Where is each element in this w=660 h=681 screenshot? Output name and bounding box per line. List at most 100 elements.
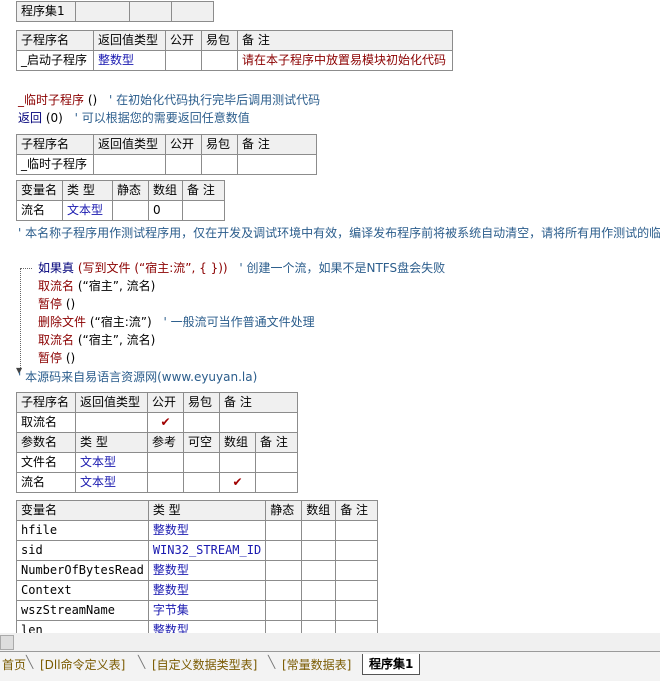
var-static[interactable] bbox=[265, 520, 303, 541]
var-remark[interactable] bbox=[335, 600, 379, 621]
param-type[interactable]: 文本型 bbox=[75, 452, 148, 473]
var-array[interactable] bbox=[301, 580, 337, 601]
sub-name[interactable]: _启动子程序 bbox=[16, 50, 94, 71]
var-name[interactable]: wszStreamName bbox=[16, 600, 149, 621]
sub-table-startup: 子程序名 返回值类型 公开 易包 备 注 _启动子程序 整数型 请在本子程序中放… bbox=[16, 30, 453, 71]
col-header: 易包 bbox=[201, 30, 238, 51]
var-static[interactable] bbox=[265, 600, 303, 621]
var-type[interactable]: 整数型 bbox=[147, 560, 267, 581]
var-remark[interactable] bbox=[335, 540, 379, 561]
var-name[interactable]: sid bbox=[16, 540, 149, 561]
horizontal-scrollbar[interactable] bbox=[0, 633, 660, 651]
tab-constants[interactable]: [常量数据表] bbox=[276, 655, 357, 675]
col-header: 变量名 bbox=[16, 180, 63, 201]
param-name[interactable]: 流名 bbox=[16, 472, 76, 493]
param-ref[interactable] bbox=[147, 472, 184, 493]
tab-assembly1[interactable]: 程序集1 bbox=[362, 654, 421, 675]
col-header: 可空 bbox=[183, 432, 220, 453]
var-array[interactable]: 0 bbox=[148, 200, 183, 221]
var-name[interactable]: hfile bbox=[16, 520, 149, 541]
code-line-getstream[interactable]: 取流名 (“宿主”, 流名) bbox=[38, 331, 155, 349]
code-line-getstream[interactable]: 取流名 (“宿主”, 流名) bbox=[38, 277, 155, 295]
call-args: () bbox=[62, 297, 76, 311]
scrollbar-thumb[interactable] bbox=[0, 635, 14, 650]
col-header: 备 注 bbox=[219, 392, 298, 413]
sub-remark[interactable] bbox=[237, 154, 317, 175]
col-header: 类 型 bbox=[147, 500, 267, 521]
var-type[interactable]: WIN32_STREAM_ID bbox=[147, 540, 267, 561]
assembly-name[interactable]: 程序集1 bbox=[16, 1, 76, 22]
col-header: 返回值类型 bbox=[75, 392, 148, 413]
source-comment[interactable]: ' 本源码来自易语言资源网(www.eyuyan.la) bbox=[18, 368, 257, 386]
var-static[interactable] bbox=[265, 580, 303, 601]
var-type[interactable]: 字节集 bbox=[147, 600, 267, 621]
sub-name[interactable]: _临时子程序 bbox=[16, 154, 94, 175]
var-remark[interactable] bbox=[335, 520, 379, 541]
array-check-icon[interactable]: ✔ bbox=[219, 472, 256, 493]
call-name: _临时子程序 bbox=[18, 93, 85, 107]
public-flag[interactable] bbox=[165, 154, 202, 175]
sub-name[interactable]: 取流名 bbox=[16, 412, 76, 433]
var-remark[interactable] bbox=[182, 200, 225, 221]
assembly-cell[interactable] bbox=[171, 1, 214, 22]
param-type[interactable]: 文本型 bbox=[75, 472, 148, 493]
tab-separator: ╲ bbox=[138, 655, 146, 669]
var-name[interactable]: Context bbox=[16, 580, 149, 601]
var-type[interactable]: 整数型 bbox=[147, 580, 267, 601]
if-condition: (写到文件 (“宿主:流”, { })) bbox=[74, 261, 228, 275]
return-type[interactable]: 整数型 bbox=[93, 50, 166, 71]
col-header: 备 注 bbox=[182, 180, 225, 201]
var-array[interactable] bbox=[301, 560, 337, 581]
assembly-cell[interactable] bbox=[129, 1, 172, 22]
col-header: 返回值类型 bbox=[93, 134, 166, 155]
var-name[interactable]: 流名 bbox=[16, 200, 63, 221]
code-line-call-temp[interactable]: _临时子程序 () ' 在初始化代码执行完毕后调用测试代码 bbox=[18, 91, 320, 109]
tab-bar: 首页 ╲ [Dll命令定义表] ╲ [自定义数据类型表] ╲ [常量数据表] 程… bbox=[0, 651, 660, 681]
sub-remark[interactable] bbox=[219, 412, 298, 433]
public-flag[interactable] bbox=[165, 50, 202, 71]
col-header: 易包 bbox=[183, 392, 220, 413]
assembly-table: 程序集1 bbox=[16, 1, 214, 22]
param-remark[interactable] bbox=[255, 452, 298, 473]
param-name[interactable]: 文件名 bbox=[16, 452, 76, 473]
param-array[interactable] bbox=[219, 452, 256, 473]
var-type[interactable]: 整数型 bbox=[147, 520, 267, 541]
param-nullable[interactable] bbox=[183, 452, 220, 473]
var-name[interactable]: NumberOfBytesRead bbox=[16, 560, 149, 581]
easy-pack-flag[interactable] bbox=[183, 412, 220, 433]
var-static[interactable] bbox=[265, 540, 303, 561]
var-array[interactable] bbox=[301, 600, 337, 621]
var-static[interactable] bbox=[112, 200, 149, 221]
code-line-pause[interactable]: 暂停 () bbox=[38, 349, 75, 367]
param-nullable[interactable] bbox=[183, 472, 220, 493]
call-args: (“宿主”, 流名) bbox=[74, 279, 156, 293]
tab-dll-commands[interactable]: [Dll命令定义表] bbox=[34, 655, 131, 675]
return-type[interactable] bbox=[75, 412, 148, 433]
code-comment: ' 创建一个流，如果不是NTFS盘会失败 bbox=[239, 261, 446, 275]
easy-pack-flag[interactable] bbox=[201, 50, 238, 71]
return-arg: (0) bbox=[42, 111, 63, 125]
tab-custom-types[interactable]: [自定义数据类型表] bbox=[146, 655, 263, 675]
code-line-delete[interactable]: 删除文件 (“宿主:流”) ' 一般流可当作普通文件处理 bbox=[38, 313, 315, 331]
param-remark[interactable] bbox=[255, 472, 298, 493]
public-check-icon[interactable]: ✔ bbox=[147, 412, 184, 433]
col-header: 备 注 bbox=[335, 500, 379, 521]
assembly-cell[interactable] bbox=[75, 1, 130, 22]
code-line-pause[interactable]: 暂停 () bbox=[38, 295, 75, 313]
param-ref[interactable] bbox=[147, 452, 184, 473]
code-line-if[interactable]: 如果真 (写到文件 (“宿主:流”, { })) ' 创建一个流，如果不是NTF… bbox=[38, 259, 445, 277]
var-array[interactable] bbox=[301, 540, 337, 561]
col-header: 备 注 bbox=[255, 432, 298, 453]
easy-pack-flag[interactable] bbox=[201, 154, 238, 175]
col-header: 类 型 bbox=[62, 180, 113, 201]
var-array[interactable] bbox=[301, 520, 337, 541]
code-line-return[interactable]: 返回 (0) ' 可以根据您的需要返回任意数值 bbox=[18, 109, 250, 127]
return-type[interactable] bbox=[93, 154, 166, 175]
sub-remark[interactable]: 请在本子程序中放置易模块初始化代码 bbox=[237, 50, 453, 71]
var-static[interactable] bbox=[265, 560, 303, 581]
code-comment: ' 可以根据您的需要返回任意数值 bbox=[74, 111, 250, 125]
var-type[interactable]: 文本型 bbox=[62, 200, 113, 221]
long-comment[interactable]: ' 本名称子程序用作测试程序用，仅在开发及调试环境中有效，编译发布程序前将被系统… bbox=[18, 224, 660, 242]
var-remark[interactable] bbox=[335, 560, 379, 581]
var-remark[interactable] bbox=[335, 580, 379, 601]
